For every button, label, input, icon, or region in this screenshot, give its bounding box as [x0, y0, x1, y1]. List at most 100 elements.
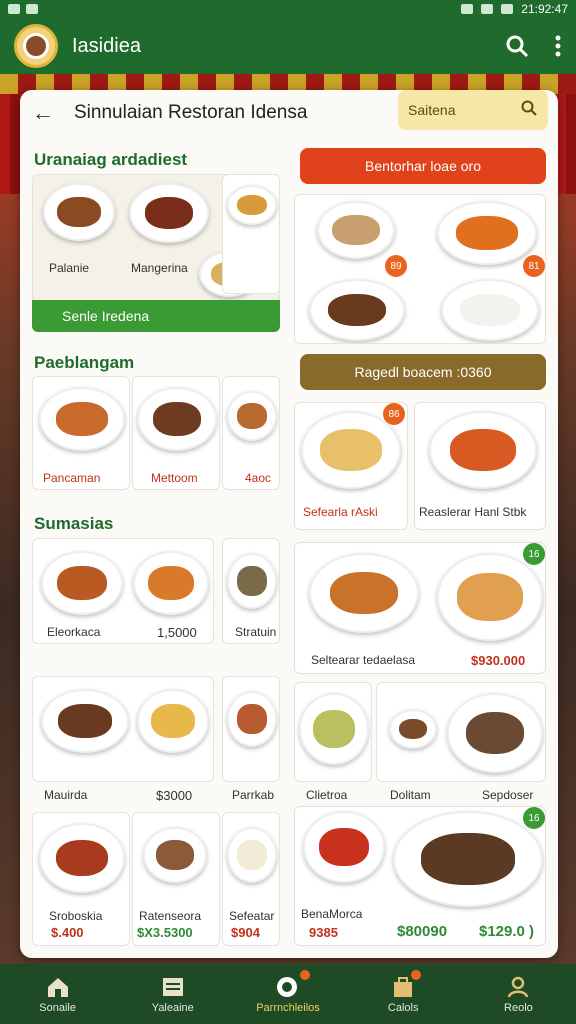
- promo-button[interactable]: Ragedl boacem :0360: [300, 354, 546, 390]
- dish-label: Ratenseora: [139, 909, 202, 923]
- section-title: Uranaiag ardadiest: [34, 150, 188, 169]
- search-box[interactable]: [398, 90, 548, 130]
- section-title: Sumasias: [34, 514, 114, 533]
- search-icon[interactable]: [520, 99, 538, 122]
- dish-card[interactable]: 16 Seltearar tedaelasa $930.000: [294, 542, 546, 674]
- dish-label: Sroboskia: [49, 909, 103, 923]
- dish-image: [129, 183, 209, 243]
- dish-card[interactable]: Ratenseora $X3.5300: [132, 812, 220, 946]
- dish-label: Pancaman: [43, 471, 101, 485]
- dish-label: Parrkab: [232, 788, 275, 802]
- dish-image: [441, 279, 539, 341]
- dish-image: [429, 411, 537, 489]
- dish-image: [133, 551, 209, 615]
- dish-card[interactable]: [222, 174, 280, 294]
- avatar[interactable]: [14, 24, 58, 68]
- notification-dot: [299, 970, 310, 980]
- dish-card[interactable]: [294, 682, 372, 782]
- dish-card[interactable]: Eleorkaca 1,5000: [32, 538, 214, 644]
- bottom-nav: Sonaile Yaleaine Parrnchleilos Calols Re…: [0, 964, 576, 1024]
- dish-card[interactable]: [222, 676, 280, 782]
- nav-label: Calols: [387, 1001, 419, 1014]
- dish-image: [143, 827, 207, 883]
- nav-label: Reolo: [504, 1001, 533, 1014]
- dish-card[interactable]: 4aoc: [222, 376, 280, 490]
- dish-card[interactable]: 86 Sefearla rAski: [294, 402, 408, 530]
- dish-image: [227, 185, 277, 225]
- restaurant-panel: ← Sinnulaian Restoran Idensa Uranaiag ar…: [20, 90, 558, 958]
- dish-card[interactable]: 16 BenaMorca 9385 $80090 $129.0 ): [294, 806, 546, 946]
- profile-icon: [505, 975, 531, 999]
- dish-price: $930.000: [471, 653, 526, 668]
- dish-image: [41, 689, 129, 753]
- dish-image: [227, 391, 277, 441]
- dish-card[interactable]: Mauirda $3000: [32, 676, 214, 782]
- dish-label: Mettoom: [151, 471, 198, 485]
- nav-item-orders[interactable]: Parrnchleilos: [230, 964, 345, 1024]
- dish-card[interactable]: Pancaman: [32, 376, 130, 490]
- dish-card[interactable]: Sefeatar $904: [222, 812, 280, 946]
- dish-image: [309, 553, 419, 633]
- dish-label: Dolitam: [390, 788, 431, 802]
- nav-label: Yaleaine: [151, 1001, 194, 1014]
- notification-icon: [26, 4, 38, 14]
- dish-card[interactable]: Sroboskia $.400: [32, 812, 130, 946]
- dish-label: Sefeatar: [229, 909, 275, 923]
- dish-label: Sepdoser: [482, 788, 534, 802]
- dish-image: [41, 551, 123, 615]
- app-title: Iasidiea: [72, 34, 141, 57]
- dish-label: Seltearar tedaelasa: [311, 653, 416, 667]
- dish-image: [137, 387, 217, 451]
- more-vert-icon[interactable]: [554, 34, 562, 58]
- nav-item-cart[interactable]: Calols: [346, 964, 461, 1024]
- dish-image: [309, 279, 405, 341]
- dish-image: [301, 411, 401, 489]
- nav-item-home[interactable]: Sonaile: [0, 964, 115, 1024]
- dish-label: Sefearla rAski: [303, 505, 378, 519]
- dish-image: [299, 693, 369, 765]
- dish-image: [393, 811, 543, 907]
- battery-icon: [501, 4, 514, 14]
- status-time: 21:92:47: [521, 2, 568, 16]
- status-bar: 21:92:47: [0, 0, 576, 18]
- dish-price: $.400: [51, 925, 84, 940]
- nav-item-menu[interactable]: Yaleaine: [115, 964, 230, 1024]
- dish-grid-card[interactable]: 89 81: [294, 194, 546, 344]
- search-input[interactable]: [408, 102, 508, 118]
- section-title: Paeblangam: [34, 353, 135, 372]
- dish-card[interactable]: Reaslerar Hanl Stbk: [414, 402, 546, 530]
- dish-label: Stratuin: [235, 625, 277, 639]
- dish-label: BenaMorca: [301, 907, 363, 921]
- dish-label: Mangerina: [131, 261, 188, 275]
- dish-card[interactable]: [376, 682, 546, 782]
- wifi-icon: [461, 4, 474, 14]
- dish-image: [227, 553, 277, 609]
- search-icon[interactable]: [504, 33, 530, 59]
- nav-label: Parrnchleilos: [256, 1001, 320, 1014]
- dish-label: Clietroa: [306, 788, 348, 802]
- dish-price: $3000: [156, 788, 193, 803]
- signal-icon: [481, 4, 494, 14]
- avatar-face: [23, 33, 49, 59]
- dish-card[interactable]: Stratuin: [222, 538, 280, 644]
- nav-label: Sonaile: [39, 1001, 76, 1014]
- dish-label: Mauirda: [44, 788, 88, 802]
- dish-label: 4aoc: [245, 471, 272, 485]
- dish-image: [227, 827, 277, 883]
- rating-badge: 16: [523, 543, 545, 565]
- dish-price: $904: [231, 925, 260, 940]
- nav-item-profile[interactable]: Reolo: [461, 964, 576, 1024]
- dish-card[interactable]: Mettoom: [132, 376, 220, 490]
- see-more-button[interactable]: Senle Iredena: [32, 300, 280, 332]
- order-button[interactable]: Bentorhar loae oro: [300, 148, 546, 184]
- rating-badge: 86: [383, 403, 405, 425]
- notification-dot: [410, 970, 421, 980]
- dish-image: [303, 811, 385, 883]
- dish-image: [39, 387, 125, 451]
- back-arrow-icon[interactable]: ←: [32, 100, 60, 126]
- dish-price: $X3.5300: [137, 925, 193, 940]
- menu-board-icon: [160, 975, 186, 999]
- dish-label: Palanie: [49, 261, 90, 275]
- dish-image: [317, 201, 395, 259]
- notification-icon: [8, 4, 20, 14]
